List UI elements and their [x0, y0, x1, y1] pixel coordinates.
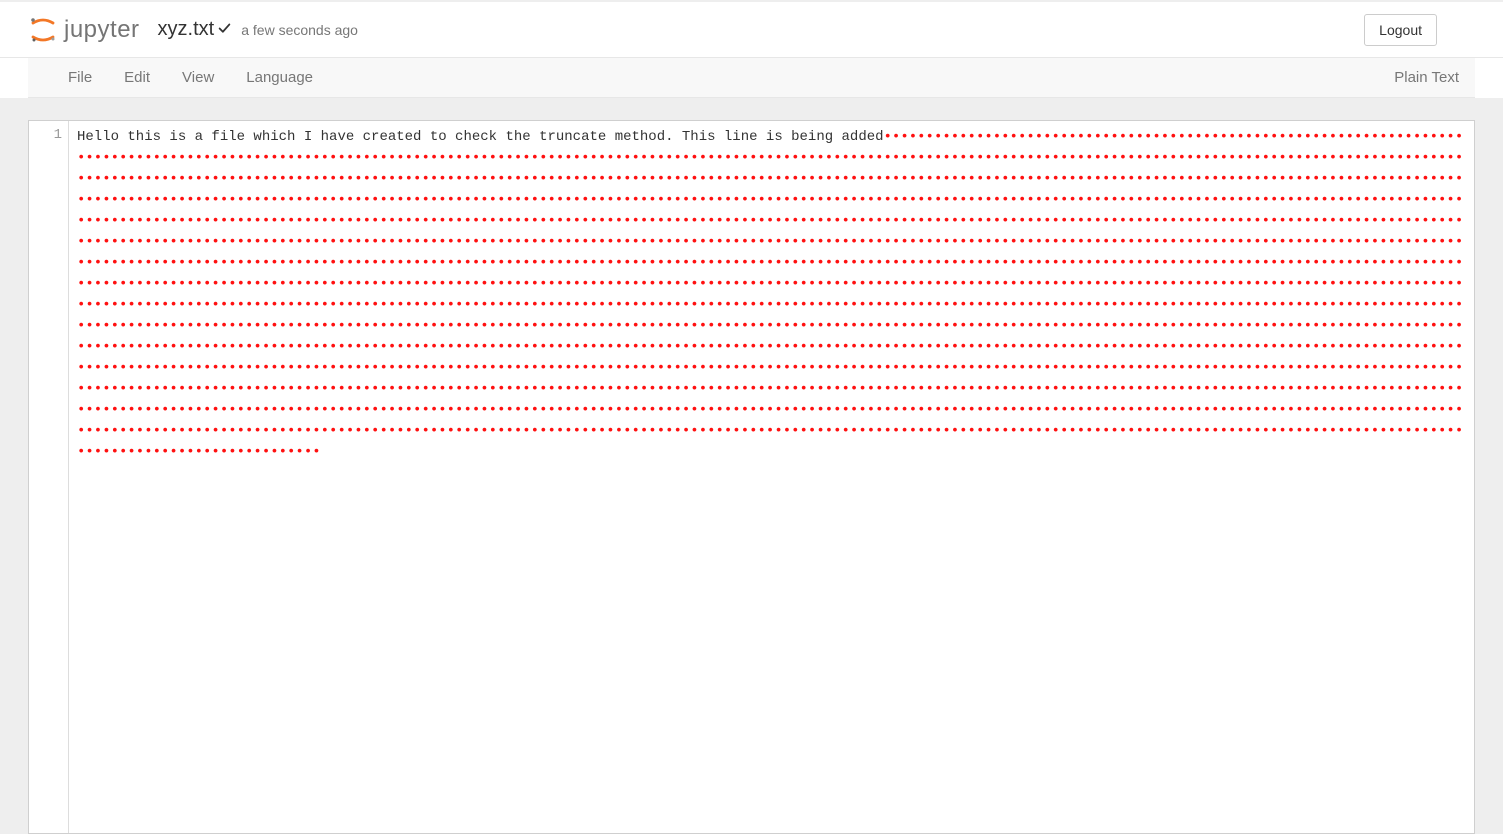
filename-text: xyz.txt [158, 18, 215, 41]
editor-container: 1 Hello this is a file which I have crea… [0, 98, 1503, 834]
document-mode-label: Plain Text [1394, 69, 1463, 86]
menubar: File Edit View Language Plain Text [28, 58, 1475, 98]
invalid-characters: ••••••••••••••••••••••••••••••••••••••••… [77, 129, 1463, 460]
last-saved-timestamp: a few seconds ago [241, 22, 358, 38]
code-line-text: Hello this is a file which I have create… [77, 129, 884, 145]
code-content[interactable]: Hello this is a file which I have create… [69, 121, 1474, 833]
jupyter-logo[interactable]: jupyter [28, 15, 140, 45]
logout-button[interactable]: Logout [1364, 14, 1437, 46]
menu-language[interactable]: Language [230, 59, 329, 96]
text-editor[interactable]: 1 Hello this is a file which I have crea… [28, 120, 1475, 834]
jupyter-logo-icon [28, 15, 58, 45]
checkmark-icon [218, 22, 231, 38]
line-number: 1 [29, 127, 62, 143]
line-number-gutter: 1 [29, 121, 69, 833]
header-bar: jupyter xyz.txt a few seconds ago Logout [0, 2, 1503, 58]
notebook-filename[interactable]: xyz.txt [158, 18, 232, 41]
menu-file[interactable]: File [68, 59, 108, 96]
menu-view[interactable]: View [166, 59, 230, 96]
menu-edit[interactable]: Edit [108, 59, 166, 96]
code-line: Hello this is a file which I have create… [77, 127, 1466, 463]
jupyter-logo-text: jupyter [64, 16, 140, 44]
